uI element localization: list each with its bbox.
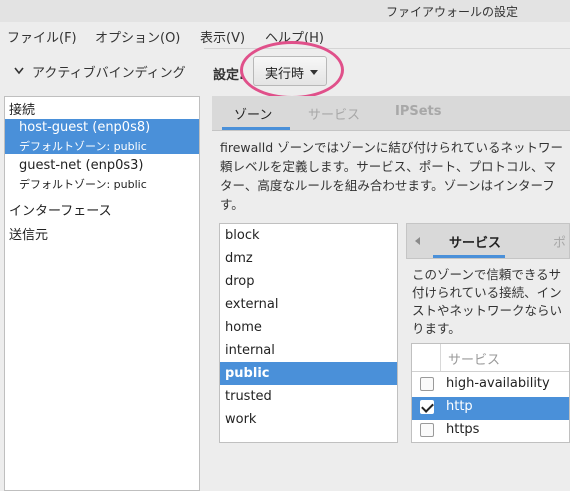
tab-zones[interactable]: ゾーン [234,104,272,123]
zone-item-external[interactable]: external [220,293,397,316]
inner-tab-services[interactable]: サービス [449,232,501,251]
service-name: http [446,399,473,414]
service-name: high-availability [446,376,550,391]
zone-item-work[interactable]: work [220,408,397,431]
sources-heading[interactable]: 送信元 [9,224,48,243]
service-description-line: 付けられている接続、イン [412,285,562,300]
table-row[interactable]: high-availability [412,374,569,397]
service-name: https [446,422,480,437]
service-checkbox[interactable] [420,423,434,437]
connection-item-guest-net[interactable]: guest-net (enp0s3) デフォルトゾーン: public [5,157,199,192]
menu-view[interactable]: 表示(V) [200,27,245,46]
tab-services[interactable]: サービス [308,104,360,123]
zone-item-internal[interactable]: internal [220,339,397,362]
zone-description-line: す。 [220,197,244,212]
tab-ipsets[interactable]: IPSets [395,104,442,119]
main-tabs: ゾーン サービス IPSets [212,96,570,131]
checkmark-icon [421,400,434,413]
menu-options[interactable]: オプション(O) [95,27,180,46]
menu-file[interactable]: ファイル(F) [7,27,77,46]
service-description-line: ります。 [412,321,461,336]
interfaces-heading[interactable]: インターフェース [9,200,112,219]
connection-item-host-guest[interactable]: host-guest (enp0s8) デフォルトゾーン: public [5,119,199,154]
service-checkbox[interactable] [420,400,434,414]
scroll-left-icon[interactable] [414,236,422,246]
window-titlebar: ファイアウォールの設定 [0,0,570,22]
service-description: このゾーンで信頼できるサ 付けられている接続、イン ストやネットワークならい り… [412,266,570,338]
connection-name: guest-net (enp0s3) [19,158,144,173]
zone-item-drop[interactable]: drop [220,270,397,293]
services-table: サービス high-availability http https [411,343,570,443]
active-inner-tab-indicator [433,255,505,258]
zone-description-line: 頼レベルを定義します。サービス、ポート、プロトコル、マ [220,159,557,174]
connections-heading[interactable]: 接続 [9,99,35,118]
active-bindings-label: アクティブバインディング [32,66,186,81]
zone-item-dmz[interactable]: dmz [220,247,397,270]
chevron-down-icon [14,67,24,75]
service-description-line: ストやネットワークならい [412,303,563,318]
service-description-line: このゾーンで信頼できるサ [412,267,562,282]
table-row[interactable]: https [412,420,569,442]
table-row[interactable]: http [412,397,569,420]
zone-description-line: firewalld ゾーンではゾーンに結び付けられているネットワー [220,140,564,155]
column-divider [440,344,441,371]
active-bindings-panel: アクティブバインディング 接続 host-guest (enp0s8) デフォル… [0,48,204,491]
zone-item-home[interactable]: home [220,316,397,339]
connection-zone: デフォルトゾーン: public [19,140,147,153]
services-column-header[interactable]: サービス [448,349,500,368]
service-checkbox[interactable] [420,377,434,391]
connection-zone: デフォルトゾーン: public [19,178,147,191]
zone-list: block dmz drop external home internal pu… [219,223,398,443]
services-table-header: サービス [412,344,569,372]
zone-item-trusted[interactable]: trusted [220,385,397,408]
highlight-ring [240,41,344,99]
zone-item-public[interactable]: public [220,362,397,385]
window-title: ファイアウォールの設定 [385,5,518,19]
zone-description: firewalld ゾーンではゾーンに結び付けられているネットワー 頼レベルを定… [220,138,570,214]
connection-name: host-guest (enp0s8) [19,120,151,135]
active-tab-indicator [222,127,290,130]
bindings-list: 接続 host-guest (enp0s8) デフォルトゾーン: public … [4,96,200,491]
zone-description-line: ター、高度なルールを組み合わせます。ゾーンはインターフ [220,178,555,193]
inner-tab-ports[interactable]: ポ [553,232,566,251]
zone-item-block[interactable]: block [220,224,397,247]
zone-detail-tabs: サービス ポ [406,223,570,259]
